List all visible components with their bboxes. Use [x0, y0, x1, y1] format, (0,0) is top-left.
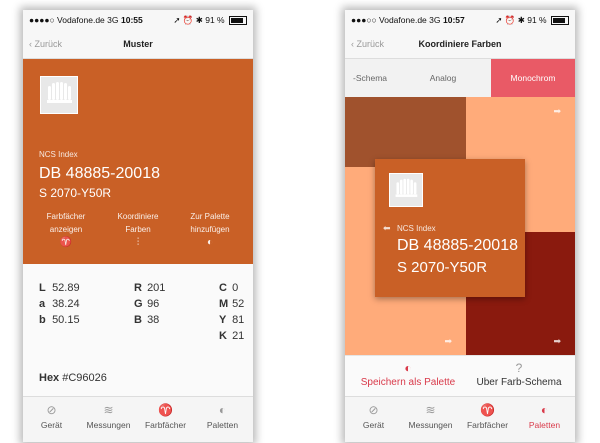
ncs-index-label: NCS Index: [39, 150, 78, 159]
page-title: Muster: [123, 39, 153, 49]
status-bar: ●●●○○ Vodafone.de 3G 10:57 ➚ ⏰ ✱ 91 %: [345, 10, 575, 30]
tab-bar: ⊘ Gerät ≋ Messungen ♈ Farbfächer ◐ Palet…: [23, 396, 253, 442]
palette-icon: ◐: [218, 403, 227, 417]
question-icon: ?: [515, 361, 523, 375]
phone-screen-coordinate-colors: ●●●○○ Vodafone.de 3G 10:57 ➚ ⏰ ✱ 91 % ‹ …: [345, 10, 575, 442]
lab-row: a 38.24: [39, 298, 80, 310]
add-to-palette-button[interactable]: Zur Palette hinzufügen ◐: [175, 210, 245, 249]
ncs-notation: S 2070-Y50R: [397, 259, 488, 276]
arrow-right-icon: ➡: [444, 336, 452, 346]
color-tile[interactable]: [345, 97, 466, 167]
circle-slash-icon: ⊘: [46, 403, 57, 417]
action-label-line2: Farben: [125, 225, 151, 234]
brand-logo: [40, 76, 78, 114]
cmyk-row: C 0: [219, 282, 239, 294]
rgb-row: R 201: [134, 282, 166, 294]
tab-measurements[interactable]: ≋ Messungen: [80, 403, 137, 430]
tab-bar: ⊘ Gerät ≋ Messungen ♈ Farbfächer ◐ Palet…: [345, 396, 575, 442]
rgb-row: G 96: [134, 298, 160, 310]
lab-row: b 50.15: [39, 314, 80, 326]
segment-monochrom[interactable]: Monochrom: [491, 59, 575, 97]
layers-icon: ≋: [103, 403, 114, 417]
rgb-values: R 201 G 96 B 38: [134, 280, 165, 328]
tab-fan-deck[interactable]: ♈ Farbfächer: [137, 403, 194, 430]
arrow-right-icon: ➡: [553, 336, 561, 346]
battery-icon: [229, 16, 247, 26]
battery-icon: [551, 16, 569, 26]
color-values-panel: L 52.89 a 38.24 b 50.15 R 201 G 96 B 38 …: [23, 264, 253, 399]
cmyk-values: C 0 M 52 Y 81 K 21: [219, 280, 244, 344]
cmyk-row: K 21: [219, 330, 245, 342]
tab-device[interactable]: ⊘ Gerät: [23, 403, 80, 430]
rgb-row: B 38: [134, 314, 160, 326]
status-icons: ➚ ⏰ ✱ 91 %: [173, 15, 225, 25]
selected-color-card[interactable]: ⬅ NCS Index DB 48885-20018 S 2070-Y50R: [375, 159, 525, 297]
carrier-label: ●●●○○ Vodafone.de 3G: [351, 15, 441, 25]
carrier-label: ●●●●○ Vodafone.de 3G: [29, 15, 119, 25]
fan-icon: ♈: [480, 403, 495, 417]
segment-schema[interactable]: -Schema: [345, 59, 395, 97]
tab-measurements[interactable]: ≋ Messungen: [402, 403, 459, 430]
ncs-code: DB 48885-20018: [397, 237, 518, 254]
save-as-palette-button[interactable]: ◐ Speichern als Palette: [353, 361, 463, 388]
color-scheme-grid: ➡ ➡ ➡ ⬅ NCS Index DB 48885-20018 S 2070-…: [345, 97, 575, 355]
cmyk-row: Y 81: [219, 314, 245, 326]
scheme-segmented-control: -Schema Analog Monochrom: [345, 59, 575, 97]
action-label-line2: anzeigen: [49, 225, 83, 234]
page-title: Koordiniere Farben: [418, 39, 502, 49]
scheme-action-bar: ◐ Speichern als Palette ? Uber Farb-Sche…: [345, 355, 575, 398]
tab-fan-deck[interactable]: ♈ Farbfächer: [459, 403, 516, 430]
circle-slash-icon: ⊘: [368, 403, 379, 417]
lab-row: L 52.89: [39, 282, 80, 294]
action-label-line1: Farbfächer: [46, 212, 86, 221]
segment-analog[interactable]: Analog: [395, 59, 491, 97]
color-swatch-panel: NCS Index DB 48885-20018 S 2070-Y50R Far…: [23, 59, 253, 264]
coordinate-colors-button[interactable]: Koordiniere Farben ⫶: [103, 210, 173, 249]
arrow-right-icon: ➡: [553, 106, 561, 116]
ncs-notation: S 2070-Y50R: [39, 186, 112, 200]
action-label-line1: Zur Palette: [190, 212, 230, 221]
tab-palettes[interactable]: ◐ Paletten: [194, 403, 251, 430]
action-label-line1: Koordiniere: [117, 212, 159, 221]
layers-icon: ≋: [425, 403, 436, 417]
status-time: 10:57: [443, 15, 465, 25]
status-indicators: ➚ ⏰ ✱ 91 %: [173, 15, 247, 26]
palette-icon: ◐: [206, 237, 214, 248]
palette-icon: ◐: [540, 403, 549, 417]
navigation-bar: ‹ Zurück Muster: [23, 30, 253, 59]
status-icons: ➚ ⏰ ✱ 91 %: [495, 15, 547, 25]
lab-values: L 52.89 a 38.24 b 50.15: [39, 280, 80, 328]
phone-screen-sample: ●●●●○ Vodafone.de 3G 10:55 ➚ ⏰ ✱ 91 % ‹ …: [23, 10, 253, 442]
tab-palettes[interactable]: ◐ Paletten: [516, 403, 573, 430]
sliders-icon: ⫶: [136, 237, 140, 248]
status-indicators: ➚ ⏰ ✱ 91 %: [495, 15, 569, 26]
brand-logo: [389, 173, 423, 207]
hex-value: Hex #C96026: [39, 372, 107, 384]
status-time: 10:55: [121, 15, 143, 25]
status-bar: ●●●●○ Vodafone.de 3G 10:55 ➚ ⏰ ✱ 91 %: [23, 10, 253, 30]
about-color-scheme-button[interactable]: ? Uber Farb-Schema: [463, 361, 575, 388]
ncs-index-label: NCS Index: [397, 224, 436, 233]
show-fan-deck-button[interactable]: Farbfächer anzeigen ♈: [31, 210, 101, 249]
navigation-bar: ‹ Zurück Koordiniere Farben: [345, 30, 575, 59]
fan-icon: ♈: [158, 403, 173, 417]
arrow-left-icon: ⬅: [383, 223, 391, 233]
tab-device[interactable]: ⊘ Gerät: [345, 403, 402, 430]
palette-icon: ◐: [404, 361, 412, 375]
action-label-line2: hinzufügen: [190, 225, 230, 234]
fan-icon: ♈: [59, 237, 73, 248]
ncs-code: DB 48885-20018: [39, 165, 160, 182]
cmyk-row: M 52: [219, 298, 245, 310]
